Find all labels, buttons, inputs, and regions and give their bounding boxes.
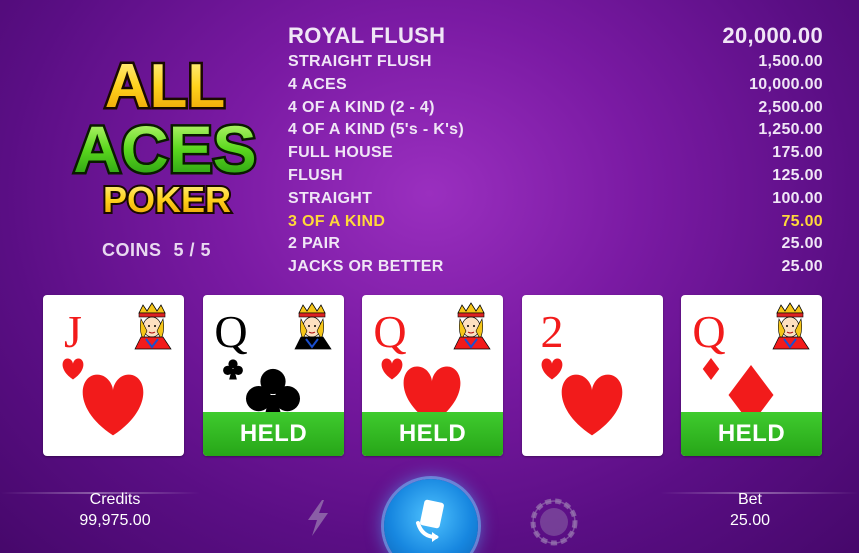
paytable-hand: STRAIGHT FLUSH bbox=[288, 53, 432, 70]
paytable-row: 4 OF A KIND (5's - K's) 1,250.00 bbox=[288, 119, 823, 142]
paytable-payout: 25.00 bbox=[781, 258, 823, 276]
coins-value: 5 / 5 bbox=[173, 240, 212, 260]
bet-label: Bet bbox=[737, 491, 762, 508]
paytable-hand: 4 OF A KIND (5's - K's) bbox=[288, 121, 465, 139]
credits-label: Credits bbox=[89, 491, 141, 508]
suit-icon bbox=[82, 374, 144, 436]
paytable-payout: 10,000.00 bbox=[749, 75, 823, 93]
card-face: J bbox=[62, 302, 175, 436]
paytable: ROYAL FLUSH 20,000.00 STRAIGHT FLUSH 1,500.… bbox=[288, 22, 823, 279]
logo-line3: POKER bbox=[103, 179, 231, 220]
paytable-payout: 1,250.00 bbox=[758, 121, 823, 139]
paytable-payout: 20,000.00 bbox=[722, 23, 823, 48]
paytable-row: 4 OF A KIND (2 - 4) 2,500.00 bbox=[288, 97, 823, 120]
credits-value: 99,975.00 bbox=[79, 512, 151, 529]
card-row: J Q HELD Q HELD 2 Q HELD bbox=[43, 295, 823, 457]
credits-display: Credits 99,975.00 bbox=[40, 490, 190, 532]
paytable-hand: FULL HOUSE bbox=[288, 144, 393, 162]
card-rank: Q bbox=[373, 306, 406, 357]
paytable-hand: 4 OF A KIND (2 - 4) bbox=[288, 98, 435, 116]
paytable-payout: 1,500.00 bbox=[758, 53, 823, 70]
paytable-row: 2 PAIR 25.00 bbox=[288, 233, 823, 256]
paytable-row: 4 ACES 10,000.00 bbox=[288, 74, 823, 97]
chip-icon[interactable] bbox=[530, 498, 578, 546]
suit-icon bbox=[561, 374, 623, 436]
paytable-hand: JACKS OR BETTER bbox=[288, 258, 444, 276]
paytable-row: STRAIGHT FLUSH 1,500.00 bbox=[288, 51, 823, 74]
card-rank: Q bbox=[692, 306, 725, 357]
playing-card[interactable]: Q HELD bbox=[203, 295, 344, 456]
paytable-payout: 25.00 bbox=[781, 235, 823, 253]
coins-label: COINS bbox=[102, 240, 162, 260]
bet-value: 25.00 bbox=[729, 512, 771, 529]
card-rank: 2 bbox=[541, 306, 564, 357]
paytable-hand: 3 OF A KIND bbox=[288, 212, 386, 230]
bet-display[interactable]: Bet 25.00 bbox=[680, 490, 820, 532]
deal-cards-icon bbox=[416, 499, 444, 542]
held-badge[interactable]: HELD bbox=[362, 412, 503, 456]
card-rank: Q bbox=[214, 306, 247, 357]
paytable-row: 3 OF A KIND 75.00 bbox=[288, 211, 823, 234]
playing-card[interactable]: Q HELD bbox=[362, 295, 503, 456]
game-logo: ALL ACES POKER bbox=[55, 50, 275, 223]
coins-indicator[interactable]: COINS 5 / 5 bbox=[102, 240, 211, 261]
paytable-payout: 175.00 bbox=[772, 144, 823, 162]
paytable-payout: 100.00 bbox=[772, 189, 823, 207]
paytable-row: JACKS OR BETTER 25.00 bbox=[288, 256, 823, 279]
paytable-row: ROYAL FLUSH 20,000.00 bbox=[288, 22, 823, 50]
paytable-row: FULL HOUSE 175.00 bbox=[288, 142, 823, 165]
paytable-row: STRAIGHT 100.00 bbox=[288, 188, 823, 211]
paytable-row: FLUSH 125.00 bbox=[288, 165, 823, 188]
paytable-hand: 2 PAIR bbox=[288, 235, 341, 253]
logo-line2: ACES bbox=[73, 112, 256, 186]
playing-card[interactable]: Q HELD bbox=[681, 295, 822, 456]
playing-card[interactable]: 2 bbox=[522, 295, 663, 456]
playing-card[interactable]: J bbox=[43, 295, 184, 456]
card-face: 2 bbox=[541, 306, 623, 436]
paytable-hand: ROYAL FLUSH bbox=[288, 23, 446, 48]
paytable-payout: 125.00 bbox=[772, 166, 823, 184]
paytable-hand: FLUSH bbox=[288, 166, 343, 184]
lightning-icon[interactable] bbox=[300, 498, 336, 538]
paytable-payout: 75.00 bbox=[781, 212, 823, 230]
held-badge[interactable]: HELD bbox=[203, 412, 344, 456]
paytable-hand: STRAIGHT bbox=[288, 189, 373, 207]
logo-graphic: ALL ACES POKER bbox=[71, 50, 259, 223]
paytable-hand: 4 ACES bbox=[288, 75, 348, 93]
paytable-payout: 2,500.00 bbox=[758, 98, 823, 116]
held-badge[interactable]: HELD bbox=[681, 412, 822, 456]
logo-line1: ALL bbox=[105, 52, 226, 121]
card-rank: J bbox=[64, 306, 82, 357]
